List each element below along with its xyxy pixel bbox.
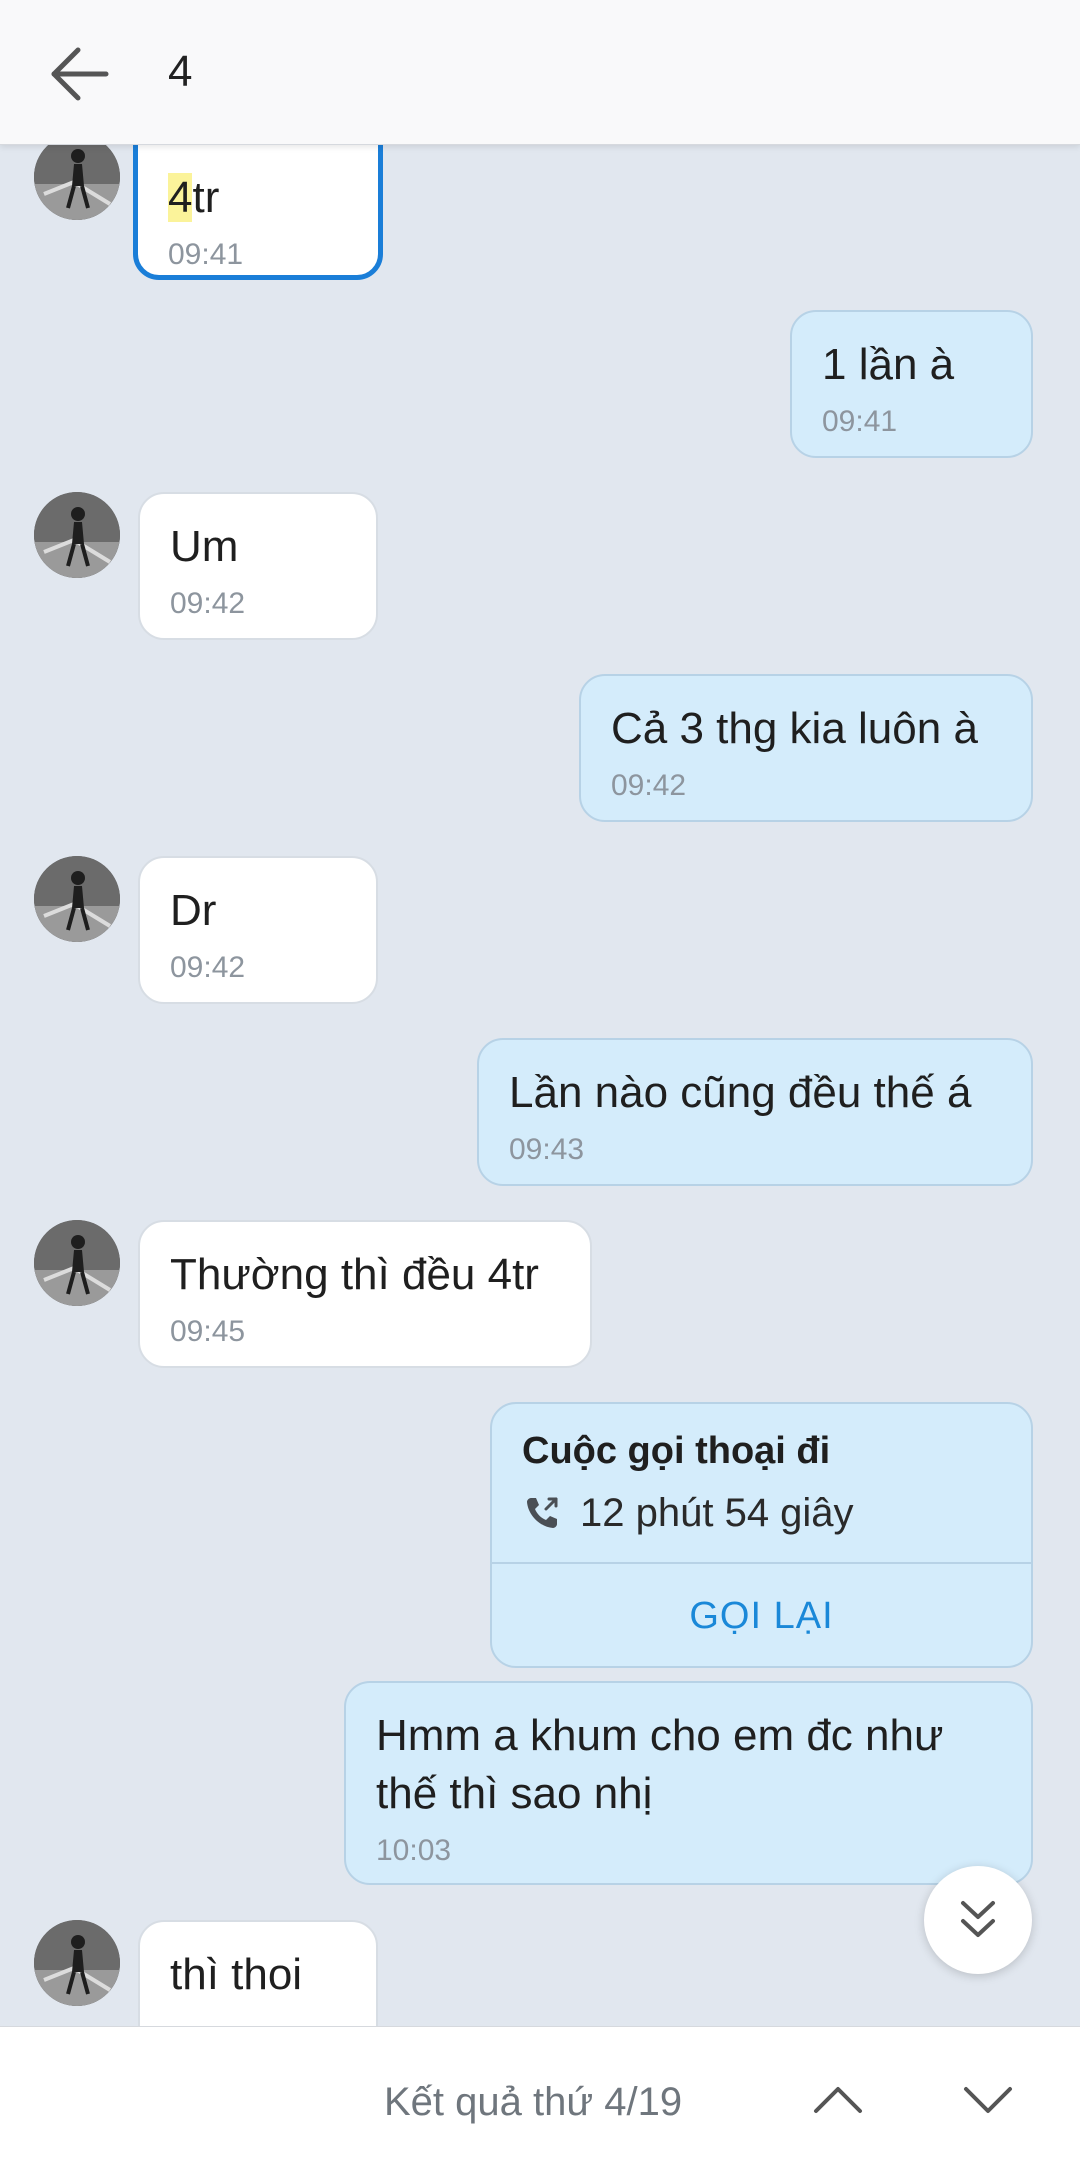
- avatar[interactable]: [34, 856, 120, 942]
- message-bubble-incoming[interactable]: Um 09:42: [138, 492, 378, 640]
- avatar-image: [34, 856, 120, 942]
- avatar[interactable]: [34, 144, 120, 220]
- avatar-image: [34, 1920, 120, 2006]
- message-bubble-incoming[interactable]: thì thoi: [138, 1920, 378, 2026]
- call-back-button[interactable]: GỌI LẠI: [492, 1564, 1031, 1666]
- scroll-to-bottom-button[interactable]: [924, 1866, 1032, 1974]
- message-bubble-outgoing[interactable]: 1 lần à 09:41: [790, 310, 1033, 458]
- call-duration-row: 12 phút 54 giây: [522, 1488, 1001, 1538]
- message-text: 1 lần à: [822, 340, 955, 389]
- message-text: 4tr: [168, 173, 220, 222]
- message-bubble-outgoing[interactable]: Cả 3 thg kia luôn à 09:42: [579, 674, 1033, 822]
- message-time: 09:41: [822, 405, 898, 438]
- call-log-card: Cuộc gọi thoại đi 12 phút 54 giây GỌI LẠ…: [490, 1402, 1033, 1668]
- message-text: Dr: [170, 886, 217, 935]
- back-button[interactable]: [40, 34, 120, 114]
- message-time: 10:03: [376, 1834, 452, 1867]
- message-bubble-incoming[interactable]: Thường thì đều 4tr 09:45: [138, 1220, 592, 1368]
- avatar[interactable]: [34, 492, 120, 578]
- message-time: 09:45: [170, 1315, 246, 1348]
- next-result-button[interactable]: [952, 2063, 1024, 2135]
- message-text: Thường thì đều 4tr: [170, 1250, 539, 1299]
- outgoing-call-icon: [527, 1497, 558, 1528]
- message-time: 09:42: [611, 769, 687, 802]
- call-info: Cuộc gọi thoại đi 12 phút 54 giây: [492, 1404, 1031, 1562]
- avatar-image: [34, 1220, 120, 1306]
- message-text: Um: [170, 522, 239, 571]
- message-bubble-incoming[interactable]: 4tr 09:41: [133, 144, 383, 280]
- message-list[interactable]: 4tr 09:41 1 lần à 09:41 Um 09:42 Cả 3 th…: [0, 144, 1080, 2026]
- message-text: Cả 3 thg kia luôn à: [611, 704, 978, 753]
- call-title: Cuộc gọi thoại đi: [522, 1430, 831, 1472]
- message-time: 09:42: [170, 587, 246, 620]
- avatar[interactable]: [34, 1920, 120, 2006]
- message-text: thì thoi: [170, 1950, 303, 1999]
- message-time: 09:41: [168, 238, 244, 271]
- message-bubble-incoming[interactable]: Dr 09:42: [138, 856, 378, 1004]
- chevron-up-icon: [814, 2087, 862, 2113]
- search-highlight: 4: [168, 173, 193, 222]
- message-time: 09:43: [509, 1133, 585, 1166]
- search-results-bar: Kết quả thứ 4/19: [0, 2026, 1080, 2171]
- search-query-title: 4: [168, 47, 193, 96]
- avatar-image: [34, 492, 120, 578]
- previous-result-button[interactable]: [802, 2063, 874, 2135]
- search-result-counter: Kết quả thứ 4/19: [384, 2080, 683, 2124]
- arrow-left-icon: [51, 47, 109, 101]
- message-text: Lần nào cũng đều thế á: [509, 1068, 972, 1117]
- message-bubble-outgoing[interactable]: Lần nào cũng đều thế á 09:43: [477, 1038, 1033, 1186]
- chevron-down-icon: [964, 2087, 1012, 2113]
- message-time: 09:42: [170, 951, 246, 984]
- double-chevron-down-icon: [961, 1901, 995, 1937]
- chat-header: 4: [0, 0, 1080, 145]
- call-duration: 12 phút 54 giây: [580, 1491, 854, 1535]
- message-bubble-outgoing[interactable]: Hmm a khum cho em đc như thế thì sao nhị…: [344, 1681, 1033, 1885]
- avatar-image: [34, 144, 120, 220]
- avatar[interactable]: [34, 1220, 120, 1306]
- message-text: Hmm a khum cho em đc như thế thì sao nhị: [376, 1711, 944, 1818]
